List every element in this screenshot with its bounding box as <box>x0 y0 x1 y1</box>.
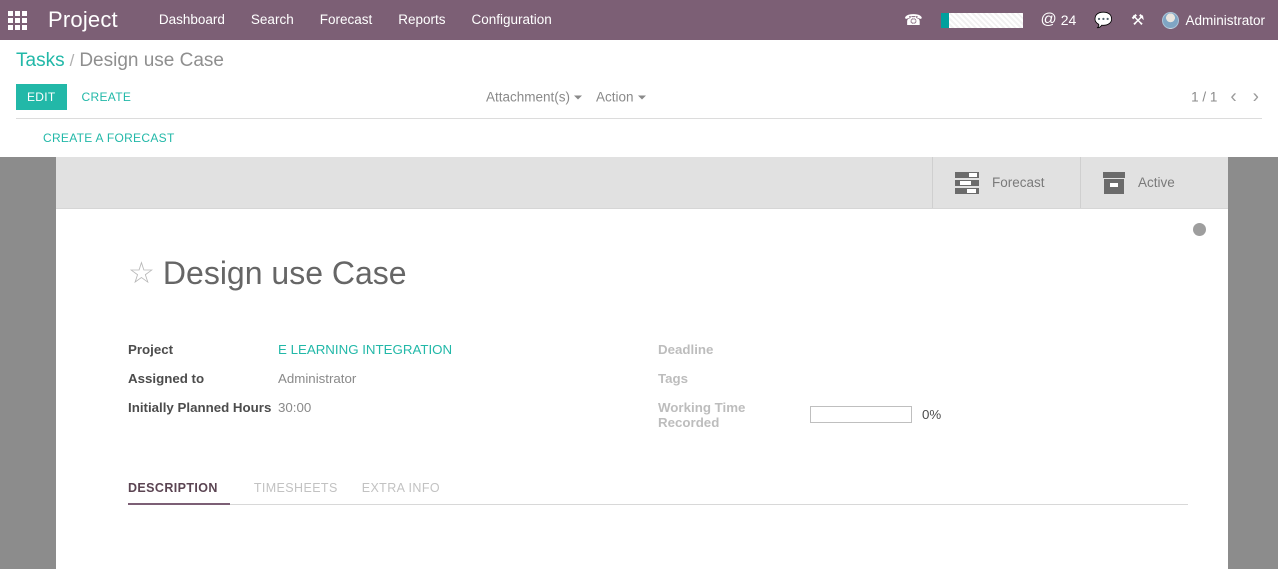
menu-item-search[interactable]: Search <box>238 0 307 40</box>
mentions-count: 24 <box>1060 12 1077 28</box>
chat-bubble-icon: 💬 <box>1094 12 1114 29</box>
field-tags: Tags <box>658 370 1188 393</box>
breadcrumb-root-tasks[interactable]: Tasks <box>16 50 65 72</box>
debug-tools-button[interactable]: ⚒ <box>1122 0 1153 40</box>
field-tags-label: Tags <box>658 371 689 387</box>
action-dropdown[interactable]: Action <box>596 90 646 105</box>
create-a-forecast-button[interactable]: CREATE A FORECAST <box>32 125 186 151</box>
messages-button[interactable]: 💬 <box>1085 0 1122 40</box>
apps-grid-icon <box>7 10 27 30</box>
working-time-progress-value: 0% <box>922 407 942 423</box>
working-time-progress-bar[interactable] <box>810 406 912 424</box>
field-working-time-recorded: Working Time Recorded 0% <box>658 399 1188 430</box>
page-body: Forecast Active ☆ Design use Case Projec… <box>0 157 1278 569</box>
apps-menu-button[interactable] <box>0 0 34 40</box>
chevron-down-icon <box>637 95 646 100</box>
archive-box-icon <box>1103 171 1125 194</box>
stat-button-active[interactable]: Active <box>1080 157 1228 208</box>
field-project-label: Project <box>128 342 174 358</box>
attachments-dropdown[interactable]: Attachment(s) <box>486 89 583 105</box>
control-panel: Tasks / Design use Case EDIT CREATE Atta… <box>0 40 1278 157</box>
control-panel-actions: EDIT CREATE Attachment(s) Action 1 / 1 ‹… <box>16 76 1262 118</box>
chevron-left-icon[interactable]: ‹ <box>1227 88 1239 107</box>
fields-grid: Project E LEARNING INTEGRATION Assigned … <box>128 341 1188 436</box>
form-sheet-content: ☆ Design use Case Project E LEARNING INT… <box>56 209 1228 569</box>
tools-icon: ⚒ <box>1131 12 1145 29</box>
notebook-tabs: DESCRIPTION TIMESHEETS EXTRA INFO <box>128 474 1188 506</box>
breadcrumb: Tasks / Design use Case <box>16 40 1262 72</box>
field-assigned-to-value[interactable]: Administrator <box>278 370 356 386</box>
edit-button[interactable]: EDIT <box>16 84 67 110</box>
secondary-action-row: CREATE A FORECAST <box>16 119 1262 157</box>
stat-button-forecast-label: Forecast <box>992 175 1045 190</box>
field-initially-planned-hours-value: 30:00 <box>278 400 312 416</box>
form-sheet: Forecast Active ☆ Design use Case Projec… <box>56 157 1228 569</box>
phone-button[interactable]: ☎ <box>895 0 932 40</box>
forecast-bars-icon <box>955 171 979 194</box>
progress-bar-fill <box>940 12 949 28</box>
field-assigned-to-label: Assigned to <box>128 371 205 387</box>
fields-column-right: Deadline Tags Working Time Recorded 0% <box>658 341 1188 436</box>
stat-button-box: Forecast Active <box>56 157 1228 209</box>
field-project-value[interactable]: E LEARNING INTEGRATION <box>278 341 452 357</box>
menu-item-configuration[interactable]: Configuration <box>459 0 565 40</box>
mentions-button[interactable]: @ 24 <box>1032 0 1086 40</box>
user-name: Administrator <box>1185 12 1265 28</box>
field-initially-planned-hours-label: Initially Planned Hours <box>128 400 272 416</box>
main-menu: Dashboard Search Forecast Reports Config… <box>146 0 565 40</box>
chevron-right-icon[interactable]: › <box>1250 88 1262 107</box>
progress-bar <box>940 12 1023 28</box>
record-dropdowns: Attachment(s) Action <box>486 90 646 105</box>
star-outline-icon[interactable]: ☆ <box>128 259 155 289</box>
field-assigned-to: Assigned to Administrator <box>128 370 658 393</box>
sheet-wrapper: Forecast Active ☆ Design use Case Projec… <box>0 157 1278 569</box>
create-button[interactable]: CREATE <box>71 84 143 110</box>
pager: 1 / 1 ‹ › <box>1191 88 1262 107</box>
notebook: DESCRIPTION TIMESHEETS EXTRA INFO <box>128 474 1188 569</box>
menu-item-forecast[interactable]: Forecast <box>307 0 386 40</box>
page-title: Design use Case <box>162 255 407 292</box>
progress-bar-track <box>948 12 1023 28</box>
at-sign-icon: @ <box>1040 11 1057 28</box>
fields-column-left: Project E LEARNING INTEGRATION Assigned … <box>128 341 658 436</box>
app-brand-title[interactable]: Project <box>48 7 118 33</box>
user-menu[interactable]: Administrator <box>1153 0 1274 40</box>
chevron-down-icon <box>574 95 583 100</box>
field-deadline: Deadline <box>658 341 1188 364</box>
avatar <box>1162 11 1180 29</box>
menu-item-reports[interactable]: Reports <box>385 0 458 40</box>
record-title-row: ☆ Design use Case <box>128 235 1188 313</box>
top-navbar: Project Dashboard Search Forecast Report… <box>0 0 1278 40</box>
breadcrumb-separator: / <box>69 51 75 70</box>
field-project: Project E LEARNING INTEGRATION <box>128 341 658 364</box>
stat-button-forecast[interactable]: Forecast <box>932 157 1080 208</box>
menu-item-dashboard[interactable]: Dashboard <box>146 0 238 40</box>
field-working-time-recorded-label: Working Time Recorded <box>658 400 746 431</box>
phone-icon: ☎ <box>903 12 923 29</box>
action-label: Action <box>596 89 634 105</box>
breadcrumb-current-record: Design use Case <box>79 50 225 71</box>
field-deadline-label: Deadline <box>658 342 714 358</box>
tab-description[interactable]: DESCRIPTION <box>128 475 230 506</box>
pager-count: 1 / 1 <box>1191 89 1218 105</box>
stat-button-active-label: Active <box>1138 175 1175 190</box>
activity-progress[interactable] <box>932 0 1032 40</box>
attachments-label: Attachment(s) <box>486 89 571 105</box>
kanban-state-dot[interactable] <box>1193 223 1206 236</box>
field-initially-planned-hours: Initially Planned Hours 30:00 <box>128 399 658 422</box>
navbar-right-tools: ☎ @ 24 💬 ⚒ Administrator <box>895 0 1278 40</box>
notebook-page-description[interactable] <box>128 505 1188 569</box>
tab-timesheets[interactable]: TIMESHEETS <box>242 475 350 505</box>
tab-extra-info[interactable]: EXTRA INFO <box>350 475 452 505</box>
